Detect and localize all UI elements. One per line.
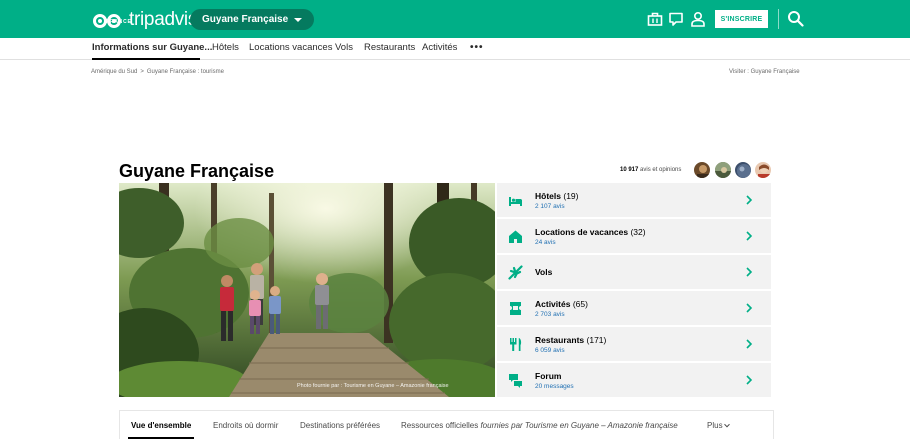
tab-overview[interactable]: Vue d'ensemble	[131, 421, 191, 430]
header-divider	[778, 9, 779, 29]
chevron-right-icon	[746, 339, 753, 349]
category-review-count[interactable]: 6 059 avis	[535, 347, 565, 354]
breadcrumb-current: Guyane Française : tourisme	[146, 69, 224, 75]
caret-down-icon	[294, 17, 303, 22]
category-review-count[interactable]: 2 703 avis	[535, 311, 565, 318]
category-label: Restaurants (171)	[535, 335, 607, 345]
join-button[interactable]: S'INSCRIRE	[715, 10, 768, 28]
visit-link[interactable]: Visiter : Guyane Française	[729, 69, 800, 75]
hero-photo[interactable]: Photo fournie par : Tourisme en Guyane –…	[119, 183, 495, 397]
geo-selector-label: Guyane Française	[202, 14, 289, 25]
avatar[interactable]	[754, 161, 772, 179]
subnav-vacation-rentals[interactable]: Locations vacances	[249, 42, 332, 53]
tab-where-to-stay[interactable]: Endroits où dormir	[213, 421, 278, 430]
active-tab-underline	[92, 58, 200, 60]
chevron-right-icon	[746, 375, 753, 385]
subnav-flights[interactable]: Vols	[335, 42, 353, 53]
bed-icon	[509, 197, 522, 206]
breadcrumb-separator-icon: >	[140, 69, 144, 75]
chat-bubbles-icon	[509, 374, 522, 388]
category-list: Hôtels (19) 2 107 avis Locations de vaca…	[497, 183, 771, 397]
breadcrumb: Amérique du Sud > Guyane Française : touri…	[91, 69, 224, 75]
category-vacation-rentals[interactable]: Locations de vacances (32) 24 avis	[497, 219, 771, 253]
category-label: Forum	[535, 371, 562, 381]
chevron-right-icon	[746, 231, 753, 241]
category-flights[interactable]: Vols	[497, 255, 771, 289]
category-label: Vols	[535, 267, 553, 277]
page-title: Guyane Française	[119, 161, 275, 181]
category-label: Activités (65)	[535, 299, 588, 309]
geo-selector-button[interactable]: Guyane Française	[190, 9, 315, 30]
rainforest-family-image	[119, 183, 495, 397]
category-message-count[interactable]: 20 messages	[535, 383, 574, 390]
avatar[interactable]	[734, 161, 752, 179]
review-suffix: avis et opinions	[640, 167, 682, 173]
chevron-right-icon	[746, 195, 753, 205]
avatar[interactable]	[714, 161, 732, 179]
category-review-count[interactable]: 24 avis	[535, 239, 556, 246]
subnav-hotels[interactable]: Hôtels	[212, 42, 239, 53]
subnav-activities[interactable]: Activités	[422, 42, 457, 53]
logo-country: FRANCE	[106, 19, 132, 25]
geo-navigation: Informations sur Guyane... Hôtels Locati…	[0, 38, 910, 60]
trips-briefcase-icon[interactable]	[647, 11, 663, 27]
top-header: tripadvisor FRANCE Guyane Française S'IN…	[0, 0, 910, 38]
category-label: Hôtels (19)	[535, 191, 579, 201]
category-activities[interactable]: Activités (65) 2 703 avis	[497, 291, 771, 325]
breadcrumb-south-america[interactable]: Amérique du Sud	[91, 69, 137, 75]
category-review-count[interactable]: 2 107 avis	[535, 203, 565, 210]
avatar[interactable]	[693, 161, 711, 179]
ticket-icon	[510, 302, 521, 315]
review-summary[interactable]: 10 917 avis et opinions	[620, 167, 681, 173]
plane-icon	[508, 265, 523, 280]
chevron-down-icon	[723, 421, 730, 428]
category-forum[interactable]: Forum 20 messages	[497, 363, 771, 397]
category-hotels[interactable]: Hôtels (19) 2 107 avis	[497, 183, 771, 217]
category-label: Locations de vacances (32)	[535, 227, 646, 237]
tab-top-destinations[interactable]: Destinations préférées	[300, 421, 380, 430]
search-icon[interactable]	[787, 10, 804, 27]
more-options-icon[interactable]: •••	[470, 42, 484, 53]
review-count: 10 917	[620, 167, 639, 173]
section-tabs: Vue d'ensemble Endroits où dormir Destin…	[119, 410, 774, 439]
subnav-restaurants[interactable]: Restaurants	[364, 42, 415, 53]
chevron-right-icon	[746, 303, 753, 313]
category-restaurants[interactable]: Restaurants (171) 6 059 avis	[497, 327, 771, 361]
subnav-overview[interactable]: Informations sur Guyane...	[92, 42, 212, 53]
house-icon	[509, 230, 522, 243]
photo-credit: Photo fournie par : Tourisme en Guyane –…	[297, 383, 449, 389]
messages-icon[interactable]	[668, 11, 684, 27]
cutlery-icon	[510, 338, 522, 351]
chevron-right-icon	[746, 267, 753, 277]
tab-more[interactable]: Plus	[707, 421, 730, 430]
user-profile-icon[interactable]	[690, 11, 706, 27]
tab-official-resources[interactable]: Ressources officielles fournies par Tour…	[401, 421, 678, 430]
